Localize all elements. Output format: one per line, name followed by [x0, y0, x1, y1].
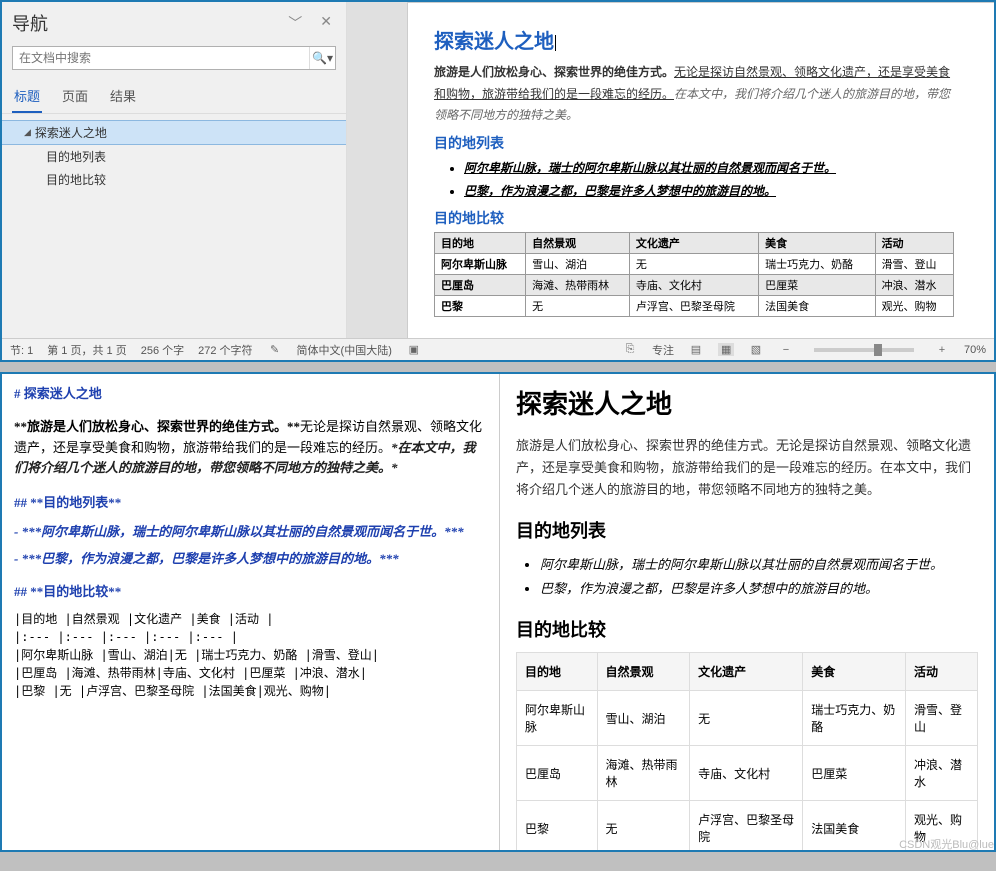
chevron-down-icon[interactable]: ﹀ — [288, 13, 302, 33]
md-h2: ## **目的地比较** — [14, 582, 487, 603]
accessibility-icon[interactable]: ▣ — [406, 343, 422, 356]
doc-heading-2: 目的地列表 — [434, 133, 954, 153]
md-table-raw: |目的地 |自然景观 |文化遗产 |美食 |活动 | |:--- |:--- |… — [14, 610, 487, 700]
status-chars[interactable]: 272 个字符 — [198, 342, 252, 358]
list-item: 巴黎，作为浪漫之都，巴黎是许多人梦想中的旅游目的地。 — [540, 577, 978, 600]
read-mode-icon[interactable]: ▤ — [688, 343, 704, 356]
table-header: 文化遗产 — [690, 653, 803, 691]
table-row: 巴厘岛海滩、热带雨林寺庙、文化村巴厘菜冲浪、潜水 — [435, 275, 954, 296]
watermark: CSDN观光Blu@lue — [899, 836, 994, 850]
table-header: 活动 — [875, 233, 953, 254]
document-page[interactable]: 探索迷人之地 旅游是人们放松身心、探索世界的绝佳方式。无论是探访自然景观、领略文… — [407, 2, 994, 342]
zoom-in-icon[interactable]: + — [934, 344, 950, 356]
doc-table: 目的地自然景观文化遗产美食活动 阿尔卑斯山脉雪山、湖泊无瑞士巧克力、奶酪滑雪、登… — [434, 232, 954, 317]
nav-tabs: 标题 页面 结果 — [2, 76, 346, 114]
tree-child[interactable]: 目的地比较 — [2, 168, 346, 191]
status-words[interactable]: 256 个字 — [141, 342, 184, 358]
collapse-icon[interactable]: ◢ — [24, 127, 31, 138]
status-bar: 节: 1 第 1 页，共 1 页 256 个字 272 个字符 ✎ 简体中文(中… — [2, 338, 994, 360]
print-layout-icon[interactable]: ▦ — [718, 343, 734, 356]
render-h2: 目的地比较 — [516, 616, 978, 642]
table-row: 阿尔卑斯山脉雪山、湖泊无瑞士巧克力、奶酪滑雪、登山 — [517, 691, 978, 746]
doc-heading-2: 目的地比较 — [434, 208, 954, 228]
render-table: 目的地自然景观文化遗产美食活动 阿尔卑斯山脉雪山、湖泊无瑞士巧克力、奶酪滑雪、登… — [516, 652, 978, 850]
list-item: 阿尔卑斯山脉，瑞士的阿尔卑斯山脉以其壮丽的自然景观而闻名于世。 — [540, 553, 978, 576]
zoom-slider[interactable] — [814, 348, 914, 352]
render-h2: 目的地列表 — [516, 517, 978, 543]
md-paragraph: **旅游是人们放松身心、探索世界的绝佳方式。**无论是探访自然景观、领略文化遗产… — [14, 417, 487, 479]
render-paragraph: 旅游是人们放松身心、探索世界的绝佳方式。无论是探访自然景观、领略文化遗产，还是享… — [516, 435, 978, 501]
spellcheck-icon[interactable]: ✎ — [267, 343, 283, 356]
nav-tree: ◢ 探索迷人之地 目的地列表 目的地比较 — [2, 114, 346, 360]
focus-mode-icon[interactable]: ⎘ — [622, 343, 638, 356]
zoom-level[interactable]: 70% — [964, 344, 986, 356]
doc-list: 阿尔卑斯山脉，瑞士的阿尔卑斯山脉以其壮丽的自然景观而闻名于世。 巴黎，作为浪漫之… — [434, 157, 954, 203]
md-list-item: - ***巴黎，作为浪漫之都，巴黎是许多人梦想中的旅游目的地。*** — [14, 549, 487, 570]
web-layout-icon[interactable]: ▧ — [748, 343, 764, 356]
md-list-item: - ***阿尔卑斯山脉，瑞士的阿尔卑斯山脉以其壮丽的自然景观而闻名于世。*** — [14, 522, 487, 543]
table-header: 目的地 — [517, 653, 598, 691]
navigation-pane: 导航 ﹀ ✕ 🔍▾ 标题 页面 结果 ◢ 探索迷人之地 目的地列表 目的地比较 — [2, 2, 347, 360]
markdown-render-pane: 探索迷人之地 旅游是人们放松身心、探索世界的绝佳方式。无论是探访自然景观、领略文… — [500, 374, 994, 850]
document-area: 探索迷人之地 旅游是人们放松身心、探索世界的绝佳方式。无论是探访自然景观、领略文… — [347, 2, 994, 360]
table-header: 美食 — [759, 233, 875, 254]
table-header: 自然景观 — [526, 233, 630, 254]
search-input[interactable] — [13, 47, 309, 69]
md-h1: # 探索迷人之地 — [14, 384, 487, 405]
nav-header: 导航 ﹀ ✕ — [2, 2, 346, 40]
table-header: 文化遗产 — [629, 233, 758, 254]
status-language[interactable]: 简体中文(中国大陆) — [297, 342, 392, 358]
close-icon[interactable]: ✕ — [320, 13, 332, 33]
table-row: 巴黎无卢浮宫、巴黎圣母院法国美食观光、购物 — [435, 296, 954, 317]
tab-headings[interactable]: 标题 — [12, 82, 42, 113]
word-window: 导航 ﹀ ✕ 🔍▾ 标题 页面 结果 ◢ 探索迷人之地 目的地列表 目的地比较 — [0, 0, 996, 362]
tree-root[interactable]: ◢ 探索迷人之地 — [2, 120, 346, 145]
render-list: 阿尔卑斯山脉，瑞士的阿尔卑斯山脉以其壮丽的自然景观而闻名于世。 巴黎，作为浪漫之… — [516, 553, 978, 600]
table-header: 自然景观 — [597, 653, 690, 691]
status-focus[interactable]: 专注 — [652, 342, 674, 358]
table-row: 阿尔卑斯山脉雪山、湖泊无瑞士巧克力、奶酪滑雪、登山 — [435, 254, 954, 275]
markdown-source-pane: # 探索迷人之地 **旅游是人们放松身心、探索世界的绝佳方式。**无论是探访自然… — [2, 374, 500, 850]
md-h2: ## **目的地列表** — [14, 493, 487, 514]
tree-child[interactable]: 目的地列表 — [2, 145, 346, 168]
render-h1: 探索迷人之地 — [516, 384, 978, 421]
doc-paragraph: 旅游是人们放松身心、探索世界的绝佳方式。无论是探访自然景观、领略文化遗产，还是享… — [434, 62, 954, 127]
search-icon[interactable]: 🔍▾ — [309, 47, 335, 69]
table-header: 活动 — [906, 653, 978, 691]
doc-heading-1: 探索迷人之地 — [434, 25, 954, 54]
status-section[interactable]: 节: 1 — [10, 342, 33, 358]
table-row: 巴厘岛海滩、热带雨林寺庙、文化村巴厘菜冲浪、潜水 — [517, 746, 978, 801]
markdown-compare: # 探索迷人之地 **旅游是人们放松身心、探索世界的绝佳方式。**无论是探访自然… — [0, 372, 996, 852]
text-cursor — [555, 35, 556, 51]
zoom-out-icon[interactable]: − — [778, 344, 794, 356]
table-header: 美食 — [803, 653, 906, 691]
nav-title: 导航 — [12, 10, 48, 36]
tab-pages[interactable]: 页面 — [60, 82, 90, 113]
table-header: 目的地 — [435, 233, 526, 254]
status-page[interactable]: 第 1 页，共 1 页 — [47, 342, 126, 358]
search-box: 🔍▾ — [12, 46, 336, 70]
tab-results[interactable]: 结果 — [108, 82, 138, 113]
